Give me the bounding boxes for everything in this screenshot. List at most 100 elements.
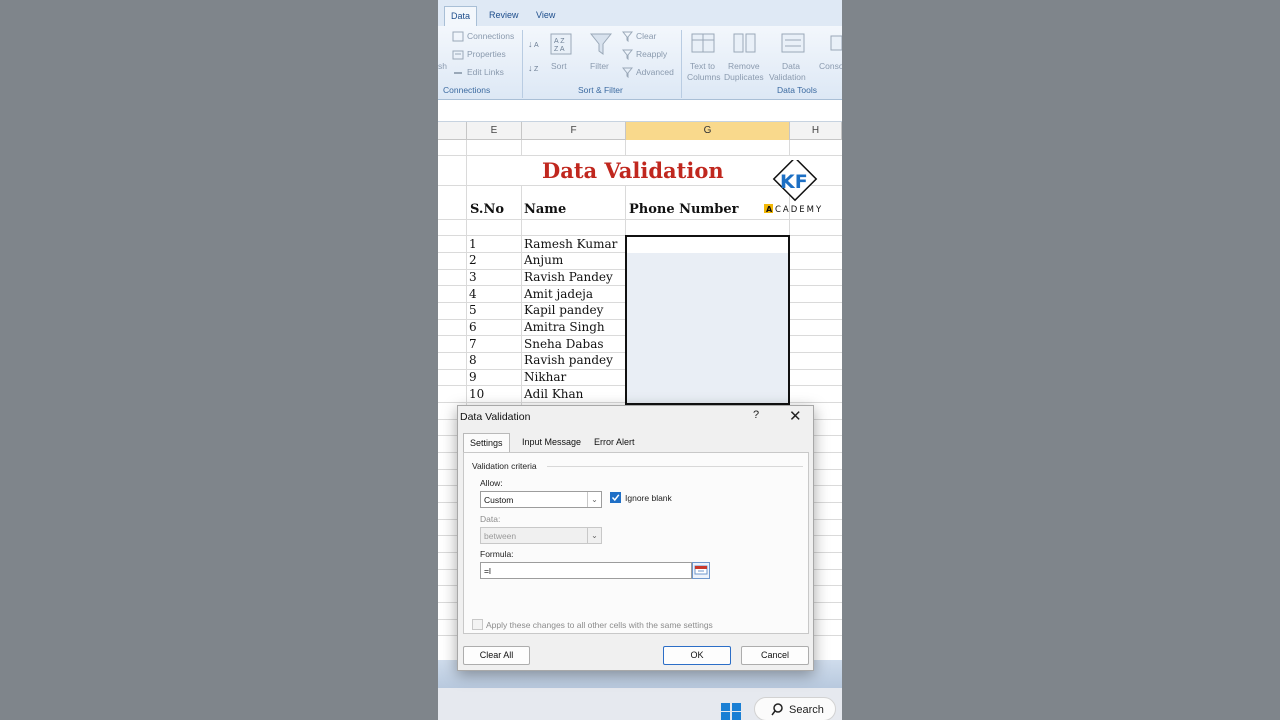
sort-button[interactable]: Sort <box>551 61 567 71</box>
ok-button[interactable]: OK <box>663 646 731 665</box>
data-select: between ⌄ <box>480 527 602 544</box>
refresh-all-button[interactable]: sh <box>438 61 447 71</box>
filter-button[interactable]: Filter <box>590 61 609 71</box>
tab-view[interactable]: View <box>530 6 561 26</box>
tab-data[interactable]: Data <box>444 6 478 26</box>
svg-text:A Z: A Z <box>554 38 565 45</box>
cell-name[interactable]: Ramesh Kumar <box>524 237 617 251</box>
cell-name[interactable]: Ravish pandey <box>524 353 613 367</box>
cell-sno[interactable]: 4 <box>469 287 477 301</box>
apply-all-checkbox[interactable] <box>472 619 483 630</box>
cell-sno[interactable]: 6 <box>469 320 477 334</box>
cell-sno[interactable]: 3 <box>469 270 477 284</box>
search-label: Search <box>789 704 824 716</box>
cell-name[interactable]: Amitra Singh <box>524 320 605 334</box>
cell-name[interactable]: Adil Khan <box>524 387 583 401</box>
selected-range-phone-number[interactable] <box>625 235 790 405</box>
cell-name[interactable]: Amit jadeja <box>524 287 593 301</box>
formula-bar[interactable] <box>438 100 842 122</box>
formula-input[interactable]: =l <box>480 562 692 579</box>
data-tools-group-label: Data Tools <box>777 85 818 95</box>
svg-text:Z A: Z A <box>554 46 565 53</box>
cell-sno[interactable]: 10 <box>469 387 484 401</box>
tab-review[interactable]: Review <box>483 6 525 26</box>
remove-duplicates-icon <box>733 33 756 53</box>
gridline <box>438 219 842 220</box>
connections-button[interactable]: Connections <box>467 31 514 41</box>
svg-text:↓: ↓ <box>528 63 533 73</box>
cell-sno[interactable]: 8 <box>469 353 477 367</box>
cell-name[interactable]: Anjum <box>524 253 563 267</box>
text-to-columns-label-1[interactable]: Text to <box>690 61 715 71</box>
svg-text:Z: Z <box>534 66 539 73</box>
clear-button[interactable]: Clear <box>636 31 656 41</box>
edit-links-icon <box>454 72 462 74</box>
advanced-filter-icon <box>622 67 633 78</box>
column-header-f[interactable]: F <box>522 122 626 140</box>
cell-sno[interactable]: 5 <box>469 303 477 317</box>
cancel-button[interactable]: Cancel <box>741 646 809 665</box>
header-sno: S.No <box>470 202 505 217</box>
section-divider <box>547 466 803 467</box>
column-header-g[interactable]: G <box>626 122 790 140</box>
cell-name[interactable]: Kapil pandey <box>524 303 603 317</box>
clear-all-button[interactable]: Clear All <box>463 646 530 665</box>
svg-text:A: A <box>766 205 773 214</box>
close-icon[interactable]: ✕ <box>789 407 802 425</box>
active-cell[interactable] <box>627 237 788 253</box>
connections-icon <box>452 31 464 42</box>
text-to-columns-label-2[interactable]: Columns <box>687 72 721 82</box>
cell-name[interactable]: Sneha Dabas <box>524 337 604 351</box>
ignore-blank-label[interactable]: Ignore blank <box>625 493 672 503</box>
properties-icon <box>452 50 464 60</box>
allow-select-value: Custom <box>484 495 514 505</box>
apply-all-label: Apply these changes to all other cells w… <box>486 620 713 630</box>
properties-button[interactable]: Properties <box>467 49 506 59</box>
tab-settings[interactable]: Settings <box>463 433 510 454</box>
data-select-value: between <box>484 531 517 541</box>
row-header-corner[interactable] <box>438 122 467 140</box>
reapply-button[interactable]: Reapply <box>636 49 667 59</box>
svg-text:A: A <box>534 42 539 49</box>
tab-error-alert[interactable]: Error Alert <box>588 433 641 453</box>
ignore-blank-checkbox[interactable] <box>610 492 621 503</box>
collapse-dialog-icon <box>694 565 708 575</box>
chevron-down-icon[interactable]: ⌄ <box>587 492 601 507</box>
sort-ascending-icon[interactable]: ↓ A <box>528 36 542 50</box>
consolidate-button[interactable]: Conso <box>819 61 842 71</box>
cell-name[interactable]: Nikhar <box>524 370 566 384</box>
column-header-row: E F G H <box>438 122 842 140</box>
validation-criteria-label: Validation criteria <box>472 461 537 471</box>
cell-sno[interactable]: 7 <box>469 337 477 351</box>
data-validation-label-2[interactable]: Validation <box>769 72 806 82</box>
range-selector-button[interactable] <box>692 562 710 579</box>
checkmark-icon <box>611 494 620 502</box>
help-icon[interactable]: ? <box>753 409 759 421</box>
allow-select[interactable]: Custom ⌄ <box>480 491 602 508</box>
column-header-e[interactable]: E <box>467 122 522 140</box>
taskbar-search[interactable]: Search <box>754 697 836 720</box>
reapply-icon <box>622 49 633 60</box>
cell-sno[interactable]: 1 <box>469 237 477 251</box>
sort-filter-group-label: Sort & Filter <box>578 85 623 95</box>
formula-input-value: =l <box>484 566 491 576</box>
windows-start-icon[interactable] <box>720 702 742 720</box>
sort-icon: A ZZ A <box>550 33 572 55</box>
advanced-button[interactable]: Advanced <box>636 67 674 77</box>
svg-text:KF: KF <box>780 171 808 193</box>
cell-name[interactable]: Ravish Pandey <box>524 270 613 284</box>
taskbar: Search <box>438 688 842 720</box>
remove-duplicates-label-1[interactable]: Remove <box>728 61 760 71</box>
cell-sno[interactable]: 9 <box>469 370 477 384</box>
edit-links-button[interactable]: Edit Links <box>467 67 504 77</box>
group-separator <box>522 30 523 98</box>
ribbon-tab-bar: Data Review View <box>438 0 842 26</box>
data-validation-dialog: Data Validation ? ✕ Settings Input Messa… <box>457 405 814 671</box>
sort-descending-icon[interactable]: ↓ Z <box>528 60 542 74</box>
data-validation-label-1[interactable]: Data <box>782 61 800 71</box>
cell-sno[interactable]: 2 <box>469 253 477 267</box>
svg-text:↓: ↓ <box>528 39 533 49</box>
remove-duplicates-label-2[interactable]: Duplicates <box>724 72 764 82</box>
column-header-h[interactable]: H <box>790 122 842 140</box>
tab-input-message[interactable]: Input Message <box>516 433 587 453</box>
